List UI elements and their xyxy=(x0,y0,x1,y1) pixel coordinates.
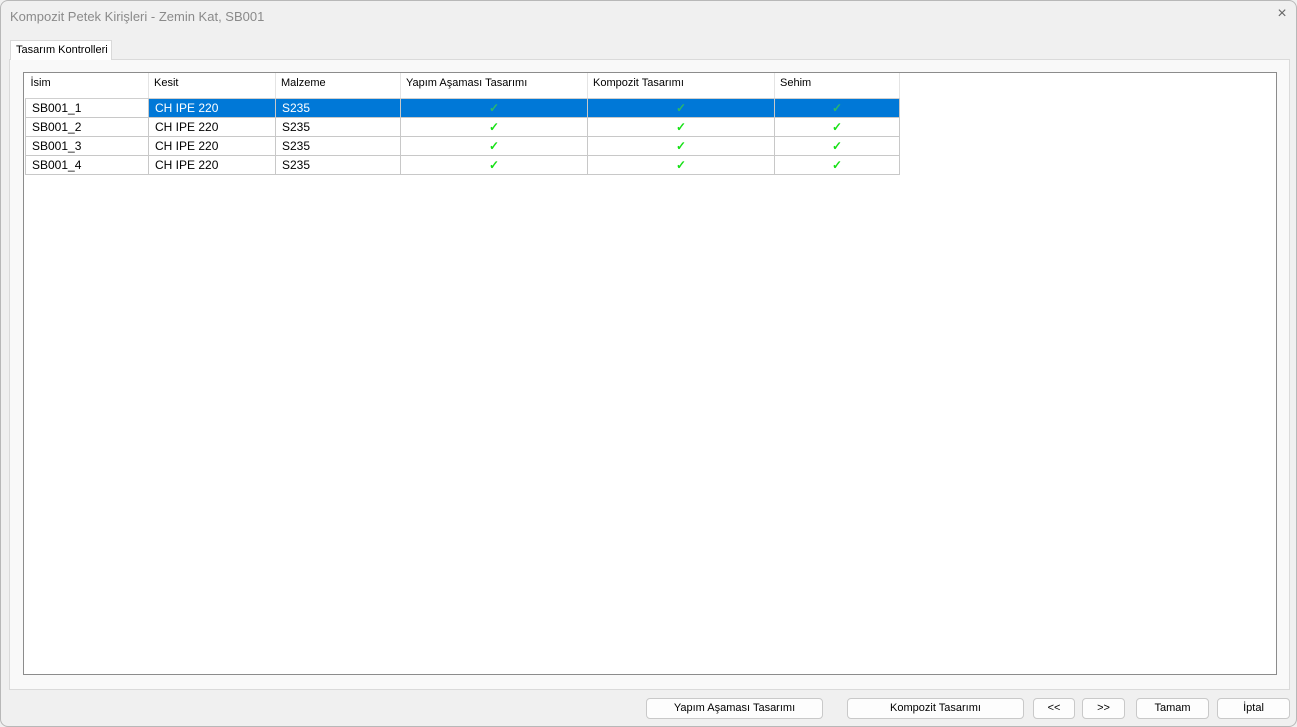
column-header-material[interactable]: Malzeme xyxy=(275,73,401,99)
tab-design-checks[interactable]: Tasarım Kontrolleri xyxy=(10,40,112,60)
column-header-deflection[interactable]: Sehim xyxy=(774,73,900,99)
section-cell[interactable]: CH IPE 220 xyxy=(148,116,276,137)
composite-design-button[interactable]: Kompozit Tasarımı xyxy=(847,698,1024,719)
composite-check-icon: ✓ xyxy=(587,135,775,156)
column-header-section[interactable]: Kesit xyxy=(148,73,276,99)
name-cell[interactable]: SB001_3 xyxy=(25,135,149,156)
deflection-check-icon: ✓ xyxy=(774,116,900,137)
column-header-construction-design[interactable]: Yapım Aşaması Tasarımı xyxy=(400,73,588,99)
table-row[interactable]: SB001_4 CH IPE 220 S235 ✓ ✓ ✓ xyxy=(25,154,900,175)
previous-button[interactable]: << xyxy=(1033,698,1075,719)
composite-check-icon: ✓ xyxy=(587,154,775,175)
name-cell[interactable]: SB001_4 xyxy=(25,154,149,175)
construction-check-icon: ✓ xyxy=(400,135,588,156)
material-cell[interactable]: S235 xyxy=(275,116,401,137)
section-cell[interactable]: CH IPE 220 xyxy=(148,135,276,156)
window-title: Kompozit Petek Kirişleri - Zemin Kat, SB… xyxy=(10,9,265,24)
composite-check-icon: ✓ xyxy=(587,116,775,137)
name-cell[interactable]: SB001_1 xyxy=(25,97,149,118)
table-row[interactable]: SB001_1 CH IPE 220 S235 ✓ ✓ ✓ xyxy=(25,97,900,118)
construction-check-icon: ✓ xyxy=(400,154,588,175)
deflection-check-icon: ✓ xyxy=(774,154,900,175)
table-row[interactable]: SB001_2 CH IPE 220 S235 ✓ ✓ ✓ xyxy=(25,116,900,137)
cancel-button[interactable]: İptal xyxy=(1217,698,1290,719)
ok-button[interactable]: Tamam xyxy=(1136,698,1209,719)
results-table: İsim Kesit Malzeme Yapım Aşaması Tasarım… xyxy=(25,73,900,175)
name-cell[interactable]: SB001_2 xyxy=(25,116,149,137)
material-cell[interactable]: S235 xyxy=(275,97,401,118)
construction-check-icon: ✓ xyxy=(400,97,588,118)
next-button[interactable]: >> xyxy=(1082,698,1125,719)
material-cell[interactable]: S235 xyxy=(275,154,401,175)
close-icon[interactable]: × xyxy=(1273,5,1291,23)
construction-check-icon: ✓ xyxy=(400,116,588,137)
deflection-check-icon: ✓ xyxy=(774,135,900,156)
deflection-check-icon: ✓ xyxy=(774,97,900,118)
design-checks-grid: İsim Kesit Malzeme Yapım Aşaması Tasarım… xyxy=(23,72,1277,675)
table-row[interactable]: SB001_3 CH IPE 220 S235 ✓ ✓ ✓ xyxy=(25,135,900,156)
section-cell[interactable]: CH IPE 220 xyxy=(148,97,276,118)
material-cell[interactable]: S235 xyxy=(275,135,401,156)
composite-check-icon: ✓ xyxy=(587,97,775,118)
column-header-composite-design[interactable]: Kompozit Tasarımı xyxy=(587,73,775,99)
section-cell[interactable]: CH IPE 220 xyxy=(148,154,276,175)
construction-design-button[interactable]: Yapım Aşaması Tasarımı xyxy=(646,698,823,719)
column-header-name[interactable]: İsim xyxy=(25,73,149,99)
